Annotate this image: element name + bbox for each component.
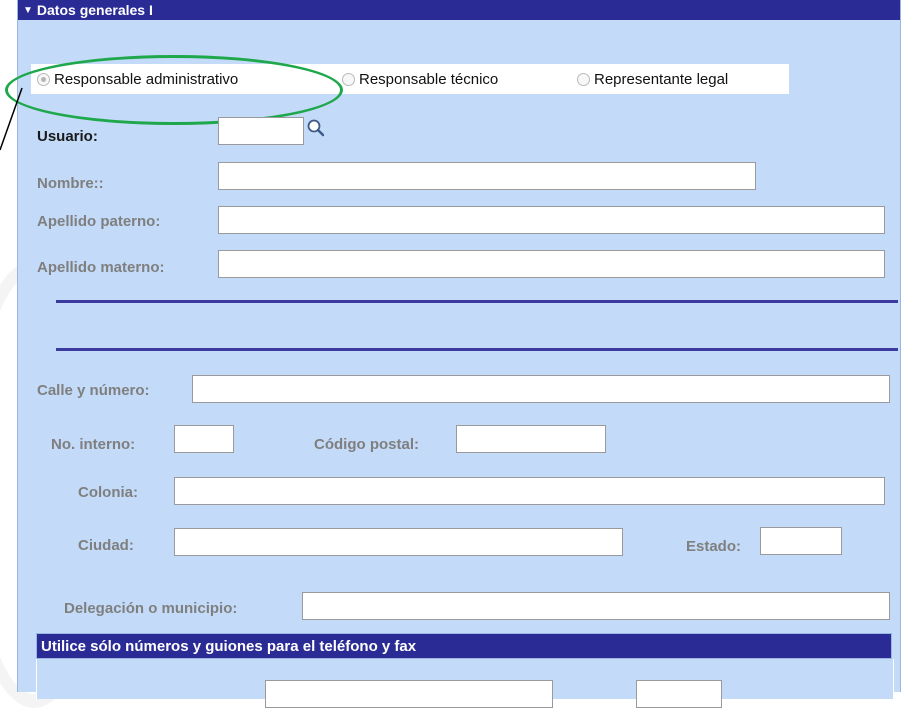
estado-input[interactable]	[760, 527, 842, 555]
apellido-paterno-label: Apellido paterno:	[37, 213, 161, 230]
apellido-paterno-input[interactable]	[218, 206, 885, 234]
radio-circle-icon[interactable]	[577, 73, 590, 86]
ciudad-input[interactable]	[174, 528, 623, 556]
calle-input[interactable]	[192, 375, 890, 403]
datos-generales-panel: ▼ Datos generales I	[17, 0, 901, 692]
colonia-input[interactable]	[174, 477, 885, 505]
estado-label: Estado:	[686, 538, 742, 555]
nombre-label: Nombre::	[37, 175, 104, 192]
apellido-materno-input[interactable]	[218, 250, 885, 278]
magnifier-icon[interactable]	[306, 118, 326, 138]
codigo-postal-input[interactable]	[456, 425, 606, 453]
radio-responsable-tecnico[interactable]: Responsable técnico	[342, 71, 498, 88]
radio-responsable-administrativo[interactable]: Responsable administrativo	[37, 71, 238, 88]
codigo-postal-label: Código postal:	[314, 436, 419, 453]
delegacion-label: Delegación o municipio:	[64, 600, 238, 617]
radio-representante-legal[interactable]: Representante legal	[577, 71, 728, 88]
usuario-label: Usuario:	[37, 128, 98, 145]
section-header[interactable]: ▼ Datos generales I	[18, 0, 900, 20]
role-radio-group: Responsable administrativo Responsable t…	[31, 64, 789, 94]
radio-label: Responsable administrativo	[54, 71, 239, 88]
divider-line	[56, 348, 898, 351]
radio-label: Representante legal	[594, 71, 729, 88]
radio-label: Responsable técnico	[359, 71, 499, 88]
telefono-input[interactable]	[265, 680, 553, 708]
phone-section-header: Utilice sólo números y guiones para el t…	[36, 633, 892, 659]
no-interno-input[interactable]	[174, 425, 234, 453]
colonia-label: Colonia:	[78, 484, 138, 501]
no-interno-label: No. interno:	[51, 436, 136, 453]
section-title: Datos generales I	[36, 2, 153, 18]
apellido-materno-label: Apellido materno:	[37, 259, 165, 276]
divider-line	[56, 300, 898, 303]
phone-section-body	[36, 659, 894, 708]
callout-line	[0, 87, 23, 151]
fax-input[interactable]	[636, 680, 722, 708]
radio-circle-icon[interactable]	[342, 73, 355, 86]
usuario-input[interactable]	[218, 117, 304, 145]
nombre-input[interactable]	[218, 162, 756, 190]
ciudad-label: Ciudad:	[78, 537, 134, 554]
delegacion-input[interactable]	[302, 592, 890, 620]
calle-label: Calle y número:	[37, 382, 150, 399]
